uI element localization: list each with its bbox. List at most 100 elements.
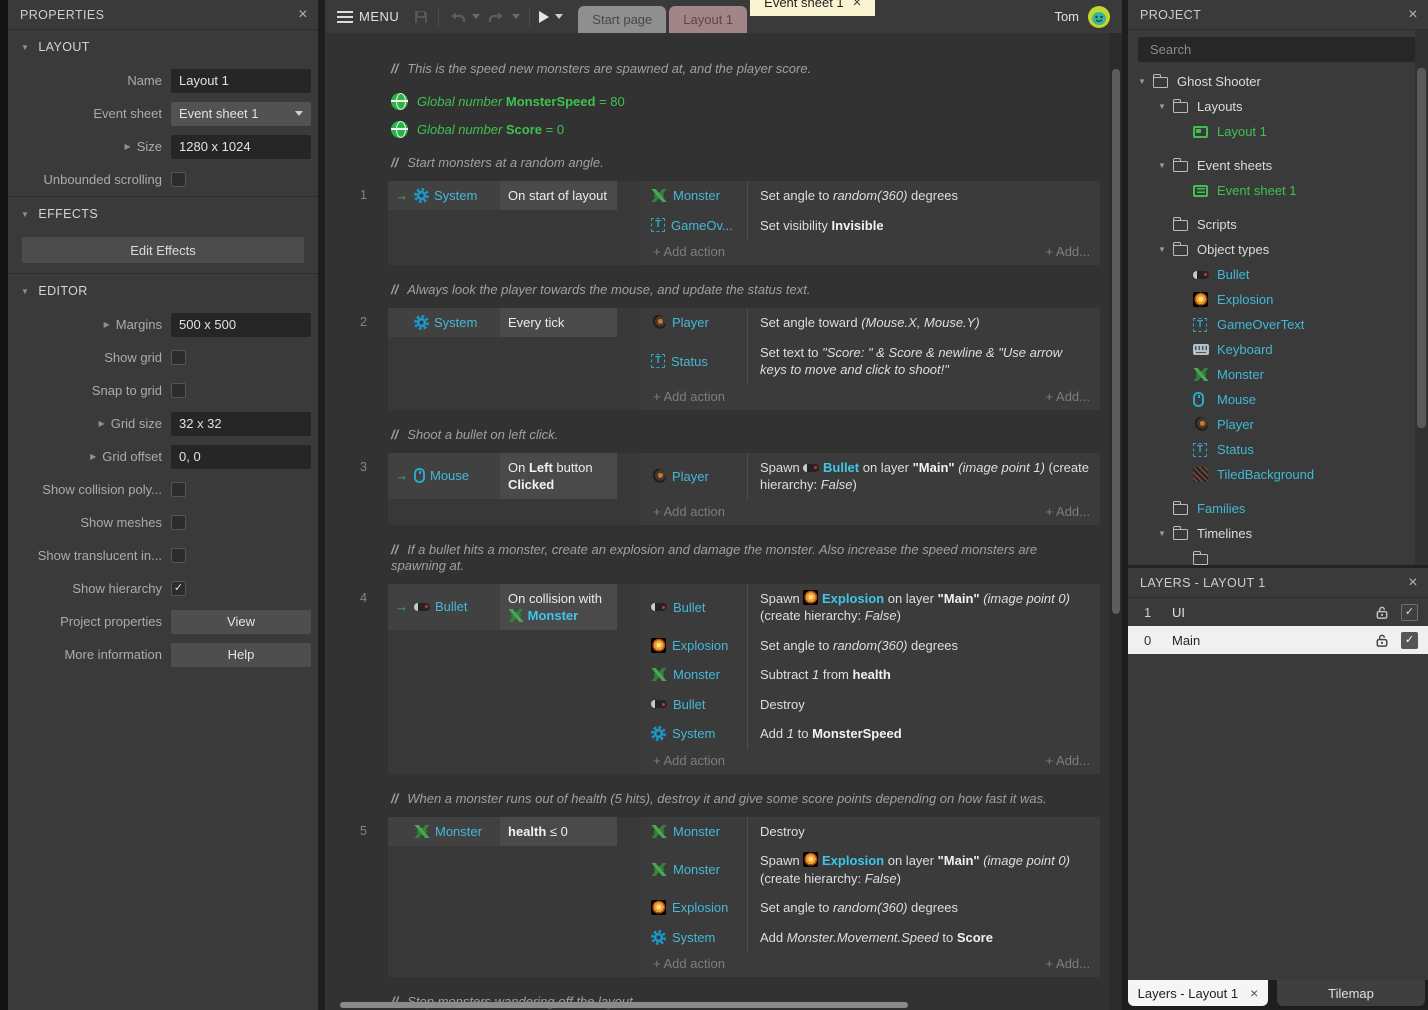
condition-text[interactable]: On collision with Monster (500, 584, 617, 630)
snap-to-grid-checkbox[interactable] (171, 383, 186, 398)
section-effects[interactable]: ▼ EFFECTS (8, 197, 318, 231)
add-action-link[interactable]: + Add action (653, 244, 725, 259)
add-more-link[interactable]: + Add... (1046, 956, 1090, 971)
event-sheet-horizontal-scrollbar[interactable] (340, 1002, 908, 1008)
condition-block[interactable]: → System On start of layout (388, 181, 641, 265)
condition-object-cell[interactable]: → Mouse (388, 453, 500, 499)
tree-item-bullet[interactable]: Bullet (1128, 262, 1415, 287)
view-button[interactable]: View (171, 610, 311, 634)
tree-item-player[interactable]: Player (1128, 412, 1415, 437)
size-field[interactable]: 1280 x 1024 (171, 135, 311, 159)
layer-visible-checkbox[interactable]: ✓ (1401, 604, 1418, 621)
event-sheet[interactable]: //This is the speed new monsters are spa… (325, 33, 1110, 1010)
add-more-link[interactable]: + Add... (1046, 389, 1090, 404)
expand-arrow-icon[interactable]: ▶ (99, 419, 105, 428)
scrollbar-thumb[interactable] (1417, 68, 1426, 428)
action-row[interactable]: Monster Spawn Explosion on layer "Main" … (641, 846, 1100, 893)
condition-text[interactable]: On start of layout (500, 181, 617, 210)
menu-button[interactable]: MENU (337, 0, 399, 33)
comment[interactable]: //Start monsters at a random angle. (391, 155, 1090, 171)
event-sheet-select[interactable]: Event sheet 1 (171, 102, 311, 126)
condition-block[interactable]: → Mouse On Left button Clicked (388, 453, 641, 525)
scrollbar-thumb[interactable] (1112, 69, 1120, 614)
comment[interactable]: //This is the speed new monsters are spa… (391, 61, 1090, 77)
action-row[interactable]: T Status Set text to "Score: " & Score &… (641, 338, 1100, 385)
global-variable-score[interactable]: Global number Score = 0 (391, 115, 1110, 143)
comment[interactable]: //Always look the player towards the mou… (391, 282, 1090, 298)
tree-item-object-types[interactable]: ▼ Object types (1128, 237, 1415, 262)
tree-item-layout-1[interactable]: Layout 1 (1128, 119, 1415, 144)
show-collision-checkbox[interactable] (171, 482, 186, 497)
action-row[interactable]: T GameOv... Set visibility Invisible (641, 211, 1100, 241)
add-more-link[interactable]: + Add... (1046, 753, 1090, 768)
tab-layers-layout-1[interactable]: Layers - Layout 1 × (1128, 980, 1268, 1006)
condition-text[interactable]: On Left button Clicked (500, 453, 617, 499)
grid-offset-field[interactable]: 0, 0 (171, 445, 311, 469)
project-scrollbar[interactable] (1415, 30, 1428, 565)
section-editor[interactable]: ▼ EDITOR (8, 274, 318, 308)
add-action-link[interactable]: + Add action (653, 753, 725, 768)
tree-item-scripts[interactable]: Scripts (1128, 212, 1415, 237)
preview-dropdown-icon[interactable] (555, 14, 563, 19)
show-translucent-checkbox[interactable] (171, 548, 186, 563)
condition-text[interactable]: health ≤ 0 (500, 817, 617, 846)
condition-object-cell[interactable]: Monster (388, 817, 500, 846)
close-icon[interactable]: × (1408, 575, 1418, 591)
section-layout[interactable]: ▼ LAYOUT (8, 30, 318, 64)
event-sheet-vertical-scrollbar[interactable] (1110, 33, 1122, 1010)
condition-object-cell[interactable]: → System (388, 181, 500, 210)
tab-event-sheet-1[interactable]: Event sheet 1 × (750, 0, 875, 16)
add-action-link[interactable]: + Add action (653, 504, 725, 519)
expand-arrow-icon[interactable]: ▶ (104, 320, 110, 329)
tree-item-timelines[interactable]: ▼ Timelines (1128, 521, 1415, 546)
action-row[interactable]: Monster Subtract 1 from health (641, 660, 1100, 690)
tree-expander-icon[interactable]: ▼ (1138, 77, 1153, 86)
tree-expander-icon[interactable]: ▼ (1158, 245, 1173, 254)
global-variable-monsterspeed[interactable]: Global number MonsterSpeed = 80 (391, 87, 1110, 115)
comment[interactable]: //If a bullet hits a monster, create an … (391, 542, 1090, 574)
action-row[interactable]: System Add Monster.Movement.Speed to Sco… (641, 923, 1100, 953)
tree-item-monster[interactable]: Monster (1128, 362, 1415, 387)
action-row[interactable]: Player Set angle toward (Mouse.X, Mouse.… (641, 308, 1100, 338)
condition-text[interactable]: Every tick (500, 308, 617, 337)
tree-item-tiledbackground[interactable]: TiledBackground (1128, 462, 1415, 487)
margins-field[interactable]: 500 x 500 (171, 313, 311, 337)
tab-start-page[interactable]: Start page (578, 6, 666, 33)
condition-block[interactable]: Monster health ≤ 0 (388, 817, 641, 978)
search-input[interactable] (1138, 37, 1418, 62)
lock-icon[interactable] (1375, 633, 1389, 648)
action-row[interactable]: Monster Set angle to random(360) degrees (641, 181, 1100, 211)
layer-row-main[interactable]: 0 Main ✓ (1128, 626, 1428, 654)
save-button[interactable] (413, 0, 429, 33)
tree-item-explosion[interactable]: Explosion (1128, 287, 1415, 312)
undo-button[interactable] (448, 0, 480, 33)
condition-object-cell[interactable]: System (388, 308, 500, 337)
add-action-link[interactable]: + Add action (653, 956, 725, 971)
close-icon[interactable]: × (298, 7, 308, 23)
action-row[interactable]: Monster Destroy (641, 817, 1100, 847)
tree-item-keyboard[interactable]: Keyboard (1128, 337, 1415, 362)
show-hierarchy-checkbox[interactable]: ✓ (171, 581, 186, 596)
add-action-link[interactable]: + Add action (653, 389, 725, 404)
preview-button[interactable] (539, 0, 563, 33)
tree-item-gameovertext[interactable]: T GameOverText (1128, 312, 1415, 337)
name-field[interactable]: Layout 1 (171, 69, 311, 93)
condition-block[interactable]: → Bullet On collision with Monster (388, 584, 641, 774)
tree-expander-icon[interactable]: ▼ (1158, 161, 1173, 170)
condition-block[interactable]: System Every tick (388, 308, 641, 410)
user-account[interactable]: Tom (1054, 0, 1122, 33)
condition-object-cell[interactable]: → Bullet (388, 584, 500, 630)
tab-tilemap[interactable]: Tilemap (1277, 980, 1425, 1006)
action-row[interactable]: Bullet Destroy (641, 690, 1100, 720)
tree-item-layouts[interactable]: ▼ Layouts (1128, 94, 1415, 119)
action-row[interactable]: Explosion Set angle to random(360) degre… (641, 893, 1100, 923)
tree-item-status[interactable]: T Status (1128, 437, 1415, 462)
grid-size-field[interactable]: 32 x 32 (171, 412, 311, 436)
action-row[interactable]: Player Spawn Bullet on layer "Main" (ima… (641, 453, 1100, 500)
undo-dropdown-icon[interactable] (472, 14, 480, 19)
help-button[interactable]: Help (171, 643, 311, 667)
layer-row-ui[interactable]: 1 UI ✓ (1128, 598, 1428, 626)
tree-expander-icon[interactable]: ▼ (1158, 529, 1173, 538)
tree-item-ghost-shooter[interactable]: ▼ Ghost Shooter (1128, 69, 1415, 94)
close-tab-icon[interactable]: × (853, 0, 862, 10)
